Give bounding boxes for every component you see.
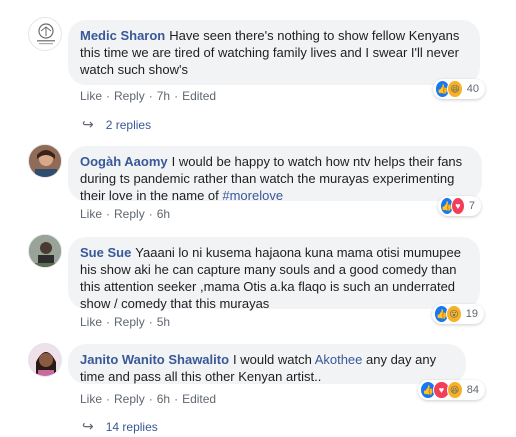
reaction-summary[interactable]: 👍 ♥ 😆 84	[418, 380, 485, 400]
comment-text-before: I would watch	[233, 352, 315, 367]
love-reaction-icon: ♥	[450, 197, 465, 215]
avatar[interactable]	[28, 343, 62, 377]
reaction-summary[interactable]: 👍 ♥ 7	[438, 196, 481, 216]
view-replies-link[interactable]: ↪ 2 replies	[82, 116, 151, 133]
like-link[interactable]: Like	[80, 392, 102, 406]
haha-reaction-icon: 😆	[447, 80, 463, 98]
replies-count: 14 replies	[105, 419, 158, 434]
comment-bubble: Oogàh Aaomy I would be happy to watch how…	[68, 146, 482, 203]
avatar[interactable]	[28, 17, 62, 51]
replies-count: 2 replies	[105, 117, 152, 132]
haha-reaction-icon: 😆	[446, 381, 463, 399]
reaction-count: 84	[466, 384, 479, 396]
avatar[interactable]	[28, 234, 62, 268]
timestamp[interactable]: 6h	[157, 207, 170, 221]
timestamp[interactable]: 7h	[157, 89, 170, 103]
comment-text: Yaaani lo ni kusema hajaona kuna mama ot…	[80, 245, 461, 311]
mention-link[interactable]: Akothee	[315, 352, 363, 367]
like-link[interactable]: Like	[80, 89, 102, 103]
comment-actions: Like · Reply · 7h · Edited	[80, 89, 217, 103]
avatar-photo-icon	[29, 145, 61, 177]
avatar[interactable]	[28, 144, 62, 178]
reaction-summary[interactable]: 👍 😮 19	[432, 304, 484, 324]
comment-actions: Like · Reply · 6h	[80, 207, 171, 221]
reply-link[interactable]: Reply	[114, 89, 145, 103]
avatar-logo-icon	[37, 23, 55, 45]
comment-author[interactable]: Medic Sharon	[80, 28, 165, 43]
edited-label[interactable]: Edited	[182, 89, 216, 103]
view-replies-link[interactable]: ↪ 14 replies	[82, 418, 158, 435]
reply-link[interactable]: Reply	[114, 315, 145, 329]
like-link[interactable]: Like	[80, 315, 102, 329]
hashtag-link[interactable]: #morelove	[222, 188, 283, 203]
comment-actions: Like · Reply · 6h · Edited	[80, 392, 217, 406]
reaction-summary[interactable]: 👍 😆 40	[433, 79, 485, 99]
comment-author[interactable]: Oogàh Aaomy	[80, 154, 168, 169]
comment-actions: Like · Reply · 5h	[80, 315, 171, 329]
like-link[interactable]: Like	[80, 207, 102, 221]
timestamp[interactable]: 5h	[157, 315, 170, 329]
wow-reaction-icon: 😮	[446, 305, 462, 323]
avatar-photo-icon	[29, 235, 61, 267]
comment-bubble: Sue Sue Yaaani lo ni kusema hajaona kuna …	[68, 237, 480, 311]
comment-bubble: Medic Sharon Have seen there's nothing to…	[68, 20, 480, 85]
reply-link[interactable]: Reply	[114, 392, 145, 406]
reaction-count: 7	[468, 200, 475, 212]
reply-arrow-icon: ↪	[82, 418, 94, 434]
timestamp[interactable]: 6h	[157, 392, 170, 406]
comment-author[interactable]: Sue Sue	[80, 245, 131, 260]
reaction-count: 40	[466, 83, 479, 95]
reply-arrow-icon: ↪	[82, 116, 94, 132]
comment-author[interactable]: Janito Wanito Shawalito	[80, 352, 229, 367]
avatar-photo-icon	[29, 344, 61, 376]
reply-link[interactable]: Reply	[114, 207, 145, 221]
reaction-count: 19	[465, 308, 478, 320]
comment-bubble: Janito Wanito Shawalito I would watch Ako…	[68, 344, 466, 384]
edited-label[interactable]: Edited	[182, 392, 216, 406]
